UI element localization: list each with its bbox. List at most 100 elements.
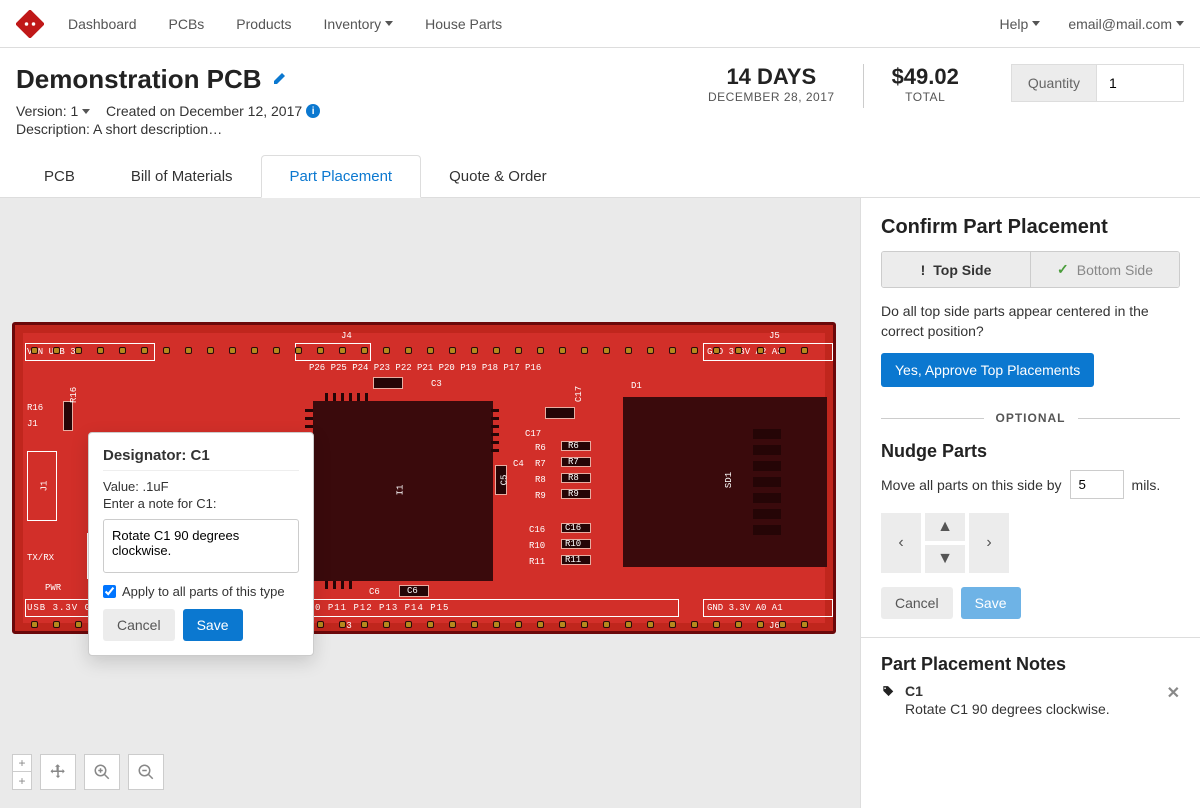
note-text: Rotate C1 90 degrees clockwise. <box>905 701 1157 717</box>
seg-bottom-side[interactable]: ✓Bottom Side <box>1030 252 1179 287</box>
info-icon[interactable]: i <box>306 104 320 118</box>
silk-label: R16 <box>27 403 43 413</box>
layer-up-button[interactable]: + <box>12 754 32 772</box>
nudge-input[interactable] <box>1070 470 1124 499</box>
nav-inventory[interactable]: Inventory <box>324 16 394 32</box>
silk-label: R6 <box>535 443 546 453</box>
designator-popup: Designator: C1 Value: .1uF Enter a note … <box>88 432 314 656</box>
nudge-right-button[interactable]: › <box>969 513 1009 573</box>
nav-dashboard[interactable]: Dashboard <box>68 16 137 32</box>
silk-label: C16 <box>529 525 545 535</box>
nudge-cancel-button[interactable]: Cancel <box>881 587 953 619</box>
board-viewer[interactable]: /*generated below via duplicated markup*… <box>0 198 860 808</box>
approve-top-button[interactable]: Yes, Approve Top Placements <box>881 353 1094 387</box>
popup-title: Designator: C1 <box>103 447 299 464</box>
silk-label: J1 <box>27 419 38 429</box>
silk-label: R8 <box>568 473 579 483</box>
nav-help[interactable]: Help <box>1000 16 1041 32</box>
notes-title: Part Placement Notes <box>881 654 1180 675</box>
lead-time-metric: 14 DAYS DECEMBER 28, 2017 <box>680 64 863 104</box>
chevron-down-icon <box>1176 21 1184 26</box>
silk-label: C5 <box>499 475 509 486</box>
check-icon: ✓ <box>1057 261 1069 278</box>
silk-label: R11 <box>565 555 581 565</box>
silk-label: R7 <box>535 459 546 469</box>
silk-label: R9 <box>535 491 546 501</box>
tab-bom[interactable]: Bill of Materials <box>103 156 261 197</box>
nudge-post-label: mils. <box>1132 477 1161 493</box>
silk-label: C3 <box>431 379 442 389</box>
panel-question: Do all top side parts appear centered in… <box>881 302 1180 341</box>
optional-label: OPTIONAL <box>996 411 1066 425</box>
note-delete-button[interactable]: ✕ <box>1167 683 1180 703</box>
nav-house-parts[interactable]: House Parts <box>425 16 502 32</box>
zoom-in-tool[interactable] <box>84 754 120 790</box>
layer-down-button[interactable]: + <box>12 772 32 790</box>
silk-label: R16 <box>69 387 79 403</box>
silk-label: GND 3.3V A0 A1 <box>707 603 783 613</box>
nudge-left-button[interactable]: ‹ <box>881 513 921 573</box>
silk-label: C6 <box>369 587 380 597</box>
quantity-label: Quantity <box>1011 64 1096 102</box>
popup-cancel-button[interactable]: Cancel <box>103 609 175 641</box>
seg-top-side[interactable]: !Top Side <box>882 252 1030 287</box>
panel-title: Confirm Part Placement <box>881 216 1180 239</box>
silk-label: C16 <box>565 523 581 533</box>
silk-label: R10 <box>565 539 581 549</box>
nav-products[interactable]: Products <box>236 16 291 32</box>
quantity-input[interactable] <box>1096 64 1184 102</box>
side-panel: Confirm Part Placement !Top Side ✓Bottom… <box>860 198 1200 808</box>
tab-pcb[interactable]: PCB <box>16 156 103 197</box>
page-title: Demonstration PCB <box>16 64 262 95</box>
popup-prompt: Enter a note for C1: <box>103 496 299 511</box>
page-header: Demonstration PCB Version: 1 Created on … <box>0 48 1200 137</box>
nav-pcbs[interactable]: PCBs <box>169 16 205 32</box>
logo[interactable] <box>16 10 44 38</box>
silk-label: C6 <box>407 586 418 596</box>
silk-label: R6 <box>568 441 579 451</box>
silk-label: PWR <box>45 583 61 593</box>
popup-save-button[interactable]: Save <box>183 609 243 641</box>
top-nav: Dashboard PCBs Products Inventory House … <box>0 0 1200 48</box>
silk-label: TX/RX <box>27 553 54 563</box>
nudge-title: Nudge Parts <box>881 441 1180 462</box>
silk-label: R7 <box>568 457 579 467</box>
popup-value: Value: .1uF <box>103 479 299 494</box>
pan-tool[interactable] <box>40 754 76 790</box>
nudge-up-button[interactable]: ▲ <box>925 513 965 541</box>
silk-label: R10 <box>529 541 545 551</box>
tab-part-placement[interactable]: Part Placement <box>261 155 422 198</box>
chevron-down-icon <box>1032 21 1040 26</box>
silk-label: C4 <box>513 459 524 469</box>
nudge-down-button[interactable]: ▼ <box>925 545 965 573</box>
note-name: C1 <box>905 683 1157 699</box>
nav-account[interactable]: email@mail.com <box>1068 16 1184 32</box>
description: Description: A short description… <box>16 121 680 137</box>
silk-label: D1 <box>631 381 642 391</box>
created-date: Created on December 12, 2017 <box>106 103 302 119</box>
zoom-out-tool[interactable] <box>128 754 164 790</box>
tabs: PCB Bill of Materials Part Placement Quo… <box>0 155 1200 198</box>
chevron-down-icon <box>82 109 90 114</box>
version-selector[interactable]: Version: 1 <box>16 103 90 119</box>
nudge-save-button[interactable]: Save <box>961 587 1021 619</box>
silk-label: J5 <box>769 331 780 341</box>
nudge-dpad: ‹ ▲ ▼ › <box>881 513 1009 573</box>
silk-label: R8 <box>535 475 546 485</box>
nudge-pre-label: Move all parts on this side by <box>881 477 1062 493</box>
silk-label: P26 P25 P24 P23 P22 P21 P20 P19 P18 P17 … <box>309 363 541 373</box>
silk-label: I1 <box>395 485 405 496</box>
note-item: C1 Rotate C1 90 degrees clockwise. ✕ <box>881 683 1180 717</box>
note-textarea[interactable] <box>103 519 299 573</box>
edit-icon[interactable] <box>272 70 288 89</box>
tag-icon <box>881 685 895 702</box>
silk-label: C17 <box>525 429 541 439</box>
silk-label: R11 <box>529 557 545 567</box>
silk-label: R9 <box>568 489 579 499</box>
silk-label: SD1 <box>724 472 734 488</box>
apply-all-label: Apply to all parts of this type <box>122 584 285 599</box>
tab-quote-order[interactable]: Quote & Order <box>421 156 575 197</box>
silk-label: J4 <box>341 331 352 341</box>
silk-label: J1 <box>39 481 49 492</box>
apply-all-checkbox[interactable] <box>103 585 116 598</box>
